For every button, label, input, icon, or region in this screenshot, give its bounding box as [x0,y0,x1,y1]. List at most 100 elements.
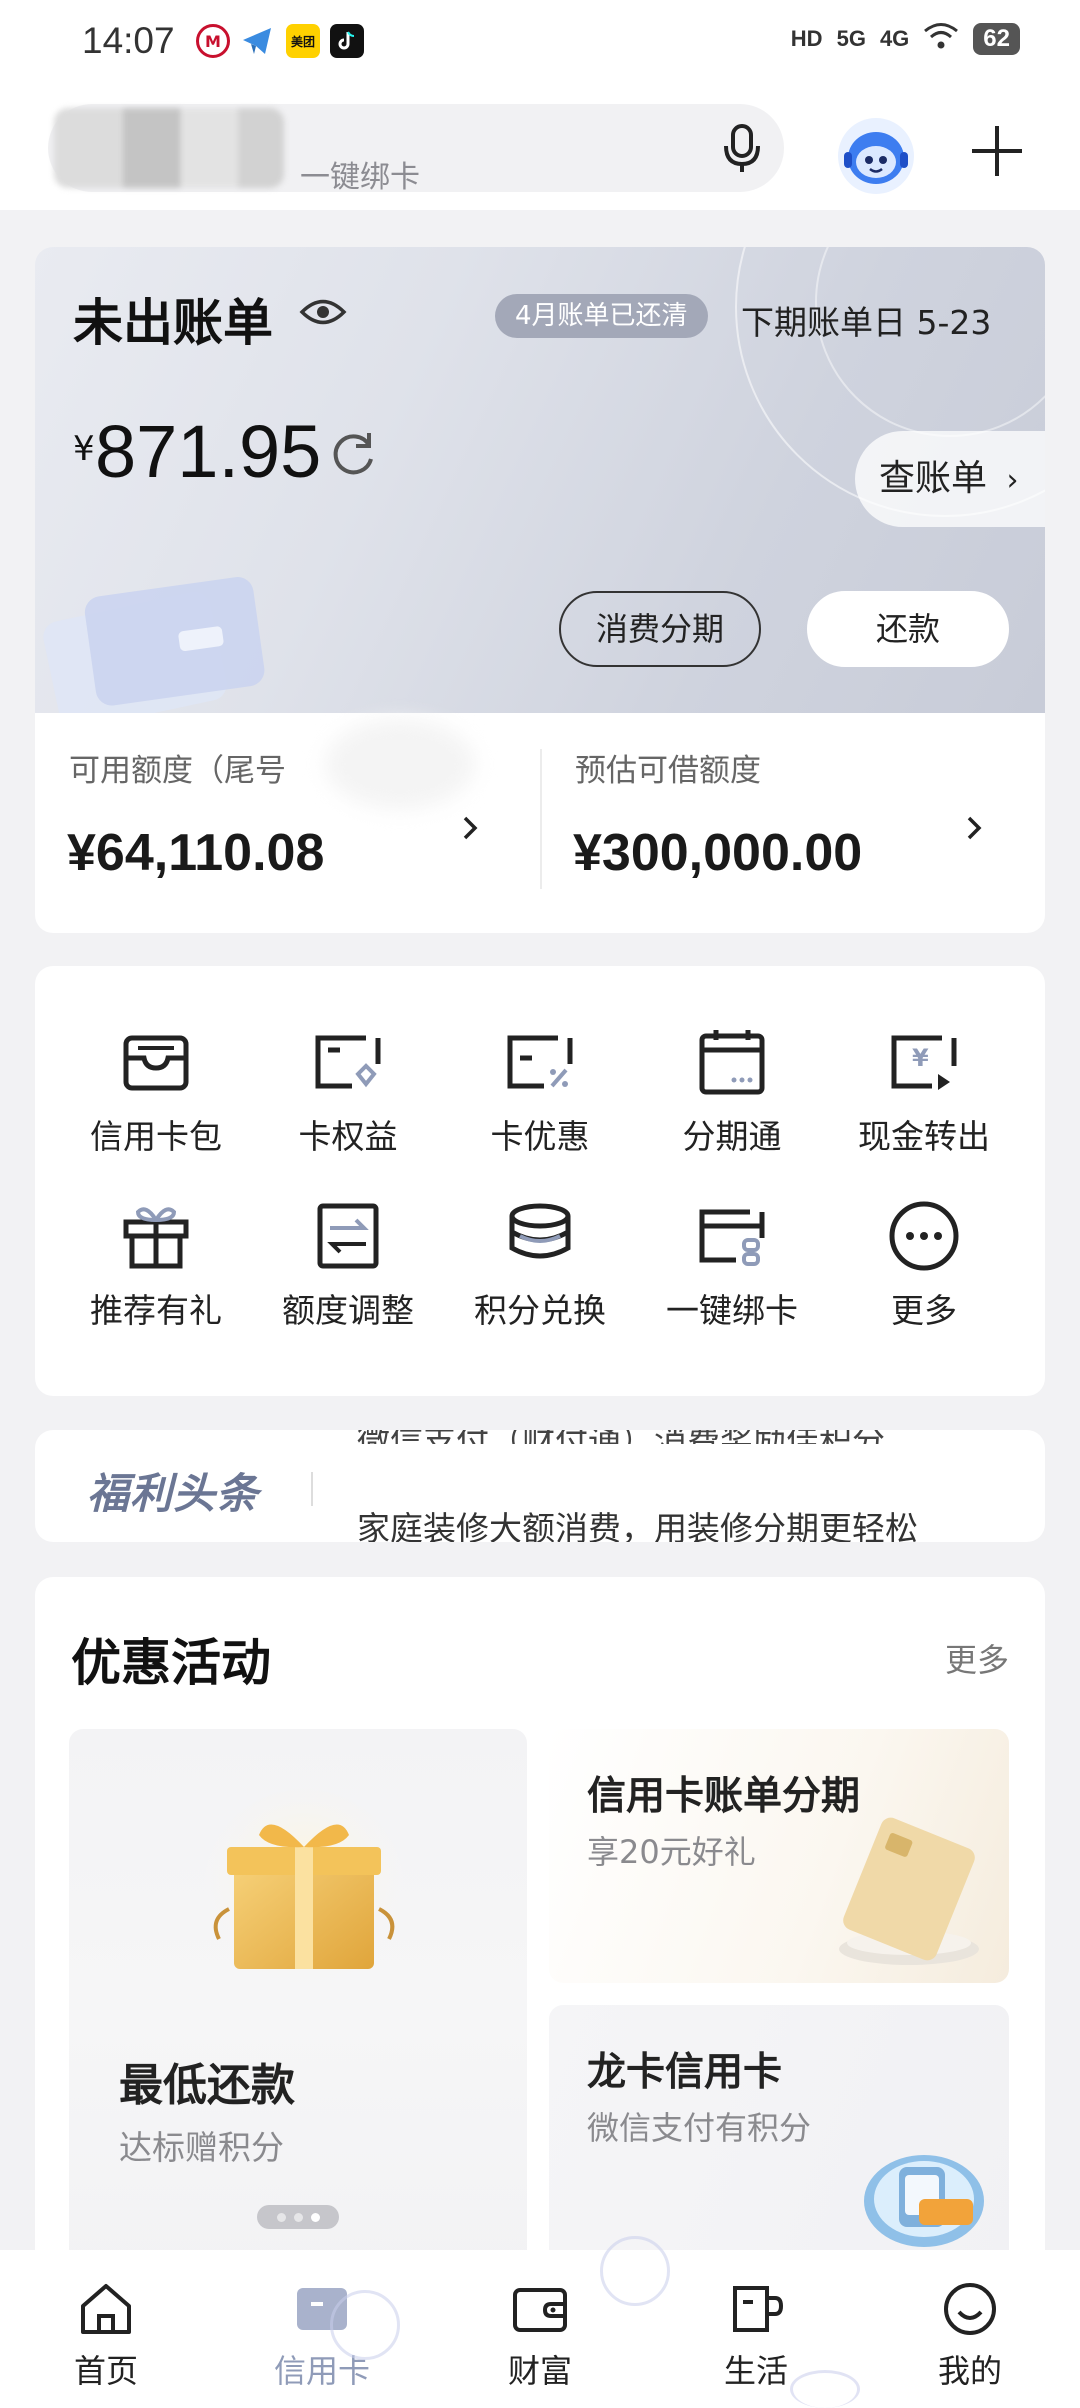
blurred-user-info [54,108,284,188]
tab-wealth[interactable]: 财富 [470,2280,610,2392]
calendar-installment-icon [699,1030,765,1095]
bind-card-icon [699,1209,765,1266]
divider [311,1472,313,1506]
eye-icon[interactable] [299,295,347,329]
assistant-robot-avatar[interactable] [836,116,916,196]
promo-subtitle: 享20元好礼 [587,1833,756,1871]
home-icon [81,2284,131,2334]
tab-label: 首页 [73,2352,138,2390]
unbilled-amount: 871.95 [95,410,322,493]
metro-app-icon: M [196,24,230,58]
points-stack-icon [509,1203,571,1259]
masked-card-number [325,719,475,809]
grid-label: 积分兑换 [474,1291,606,1330]
meituan-app-icon: 美团 [286,24,320,58]
tab-label: 我的 [937,2352,1002,2390]
promo-subtitle: 达标赠积分 [119,2128,284,2167]
touch-ripple [790,2370,860,2408]
grid-label: 一键绑卡 [666,1291,798,1330]
card-discount-icon [507,1035,573,1089]
search-placeholder: 一键绑卡 [300,160,420,195]
carousel-indicator [257,2205,339,2229]
currency-symbol: ¥ [73,429,95,469]
limit-adjust-icon [317,1203,379,1269]
promo-subtitle: 微信支付有积分 [587,2109,812,2147]
chevron-right-icon[interactable] [959,813,989,843]
gift-icon [123,1207,189,1269]
welfare-news-ticker[interactable]: 福利头条 微信支付（财付通）消费奖励佳积分 家庭装修大额消费，用装修分期更轻松 [35,1430,1045,1542]
tiktok-app-icon [330,24,364,58]
grid-item-card-wallet[interactable]: 信用卡包 [61,1024,251,1174]
carousel-dot [276,2212,286,2222]
battery-indicator: 62 [973,23,1020,55]
grid-label: 分期通 [682,1117,782,1156]
card-benefit-icon [315,1035,381,1089]
gold-card-illustration [839,1817,979,1965]
grid-item-card-benefit[interactable]: 卡权益 [253,1024,443,1174]
search-input[interactable]: 一键绑卡 [48,104,784,195]
wifi-icon [923,22,959,56]
chevron-right-icon[interactable] [455,813,485,843]
grid-label: 更多 [891,1291,957,1330]
more-dots-icon [889,1201,959,1271]
promo-card-bill-installment[interactable]: 信用卡账单分期 享20元好礼 [549,1729,1009,1983]
card-illustration [43,577,265,713]
wallet-icon [513,2288,567,2332]
news-headline[interactable]: 家庭装修大额消费，用装修分期更轻松 [357,1506,918,1542]
hd-indicator: HD [790,26,823,51]
status-time: 14:07 [82,20,175,61]
grid-label: 卡权益 [298,1117,398,1156]
bill-status-badge: 4月账单已还清 [495,294,708,338]
promotions-panel: 优惠活动 更多 最低还款 达标赠积分 信用卡账单分期 享20元好礼 龙卡信用卡 … [35,1577,1045,2277]
refresh-icon[interactable] [325,425,381,481]
grid-item-card-discount[interactable]: 卡优惠 [445,1024,635,1174]
next-bill-date: 下期账单日 5-23 [741,303,992,342]
grid-item-referral-gift[interactable]: 推荐有礼 [61,1198,251,1348]
promotions-title: 优惠活动 [71,1634,271,1692]
estimated-limit-label: 预估可借额度 [575,753,761,789]
grid-label: 现金转出 [858,1117,990,1156]
service-grid: 信用卡包 卡权益 卡优惠 分期通 ¥ 现金转出 推荐有礼 额度调整 积分兑换 一… [35,966,1045,1396]
news-headline-prev: 微信支付（财付通）消费奖励佳积分 [357,1430,885,1444]
grid-item-bind-card[interactable]: 一键绑卡 [637,1198,827,1348]
grid-item-limit-adjust[interactable]: 额度调整 [253,1198,443,1348]
card-wallet-icon [123,1035,189,1091]
unbilled-card[interactable]: 未出账单 4月账单已还清 下期账单日 5-23 ¥ 871.95 查账单 › 消… [35,247,1045,713]
cash-transfer-icon: ¥ [891,1035,957,1090]
5g-signal-icon: 5G [836,26,866,51]
bill-title: 未出账单 [73,294,273,352]
promotions-more-link[interactable]: 更多 [945,1635,1009,1681]
repay-button[interactable]: 还款 [807,591,1009,667]
tab-label: 财富 [507,2352,572,2390]
promo-title: 最低还款 [119,2060,295,2111]
installment-button[interactable]: 消费分期 [559,591,761,667]
view-bill-button[interactable]: 查账单 › [855,431,1045,527]
4g-signal-icon: 4G [879,26,910,51]
carousel-dot-active [310,2212,320,2222]
grid-item-points-exchange[interactable]: 积分兑换 [445,1198,635,1348]
promo-card-min-repayment[interactable]: 最低还款 达标赠积分 [69,1729,527,2277]
tab-mine[interactable]: 我的 [900,2280,1040,2392]
chevron-right-icon: › [1006,463,1019,498]
top-header: 一键绑卡 [0,90,1080,210]
grid-item-cash-transfer[interactable]: ¥ 现金转出 [829,1024,1019,1174]
smile-icon [944,2283,996,2335]
svg-text:¥: ¥ [912,1044,929,1072]
plus-icon[interactable] [968,122,1026,180]
promo-card-dragon-card[interactable]: 龙卡信用卡 微信支付有积分 [549,2005,1009,2277]
grid-item-more[interactable]: 更多 [829,1198,1019,1348]
bottom-tab-bar: 首页 信用卡 财富 生活 我的 [0,2250,1080,2408]
status-bar: 14:07 M 美团 HD 5G 4G 62 [0,0,1080,90]
estimated-limit-value[interactable]: ¥300,000.00 [573,823,862,883]
grid-label: 信用卡包 [90,1117,222,1156]
carousel-dot [293,2212,303,2222]
credit-limit-panel: 可用额度（尾号 ¥64,110.08 预估可借额度 ¥300,000.00 [35,713,1045,933]
tab-home[interactable]: 首页 [36,2280,176,2392]
view-bill-label: 查账单 [879,458,988,499]
grid-label: 额度调整 [282,1291,414,1330]
telegram-app-icon [240,24,274,58]
grid-label: 推荐有礼 [90,1291,222,1330]
microphone-icon[interactable] [716,122,768,174]
grid-item-installment[interactable]: 分期通 [637,1024,827,1174]
available-limit-value[interactable]: ¥64,110.08 [67,823,324,883]
